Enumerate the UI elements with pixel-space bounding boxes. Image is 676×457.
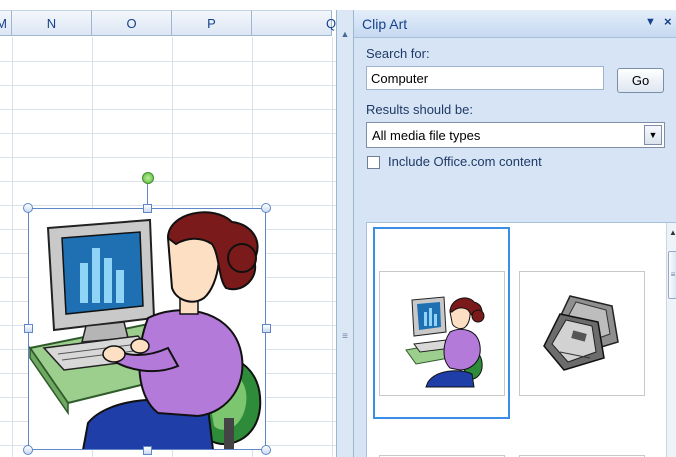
include-office-label[interactable]: Include Office.com content [388, 154, 542, 169]
media-type-select[interactable]: All media file types ▼ [366, 122, 665, 148]
column-header-q[interactable]: Q [252, 10, 336, 36]
column-header-p[interactable]: P [172, 10, 252, 36]
pane-splitter[interactable]: ▲ ≡ [336, 10, 354, 457]
clip-art-task-pane: Clip Art ▼ × Search for: Go Results shou… [354, 10, 676, 457]
media-type-value: All media file types [372, 128, 481, 143]
rotation-handle[interactable] [142, 172, 154, 184]
triangle-up-icon[interactable]: ▲ [339, 28, 351, 40]
results-should-be-label: Results should be: [366, 102, 473, 117]
picture-selection-frame [28, 208, 266, 450]
resize-handle-bottom-right[interactable] [261, 445, 271, 455]
floppy-disks-icon [543, 292, 622, 371]
result-thumbnail-2[interactable] [519, 271, 645, 396]
results-scrollbar[interactable]: ▲ ≡ [666, 223, 676, 457]
results-gallery[interactable]: ▲ ≡ [366, 222, 676, 457]
splitter-grip-icon[interactable]: ≡ [340, 332, 350, 342]
resize-handle-top-right[interactable] [261, 203, 271, 213]
woman-at-computer-icon [405, 296, 485, 388]
pane-title: Clip Art [362, 16, 408, 32]
go-button[interactable]: Go [617, 68, 664, 93]
close-icon[interactable]: × [664, 14, 672, 29]
search-for-label: Search for: [366, 46, 430, 61]
triangle-up-icon[interactable]: ▲ [667, 227, 676, 239]
resize-handle-right[interactable] [262, 324, 271, 333]
resize-handle-top-left[interactable] [23, 203, 33, 213]
column-header-n[interactable]: N [12, 10, 92, 36]
result-thumbnail-1[interactable] [379, 271, 505, 396]
search-input[interactable] [366, 66, 604, 90]
resize-handle-bottom-left[interactable] [23, 445, 33, 455]
pane-title-bar[interactable]: Clip Art ▼ × [354, 10, 676, 38]
rotation-handle-line [147, 184, 148, 206]
scrollbar-thumb[interactable]: ≡ [668, 251, 676, 299]
chevron-down-icon[interactable]: ▼ [644, 125, 662, 145]
resize-handle-bottom[interactable] [143, 446, 152, 455]
top-strip [0, 0, 336, 10]
column-header-m[interactable]: M [0, 10, 12, 36]
include-office-checkbox[interactable] [367, 156, 380, 169]
resize-handle-left[interactable] [24, 324, 33, 333]
spreadsheet-area[interactable]: M N O P Q [0, 0, 336, 457]
resize-handle-top[interactable] [143, 204, 152, 213]
triangle-down-icon[interactable]: ▼ [645, 16, 656, 28]
column-header-o[interactable]: O [92, 10, 172, 36]
